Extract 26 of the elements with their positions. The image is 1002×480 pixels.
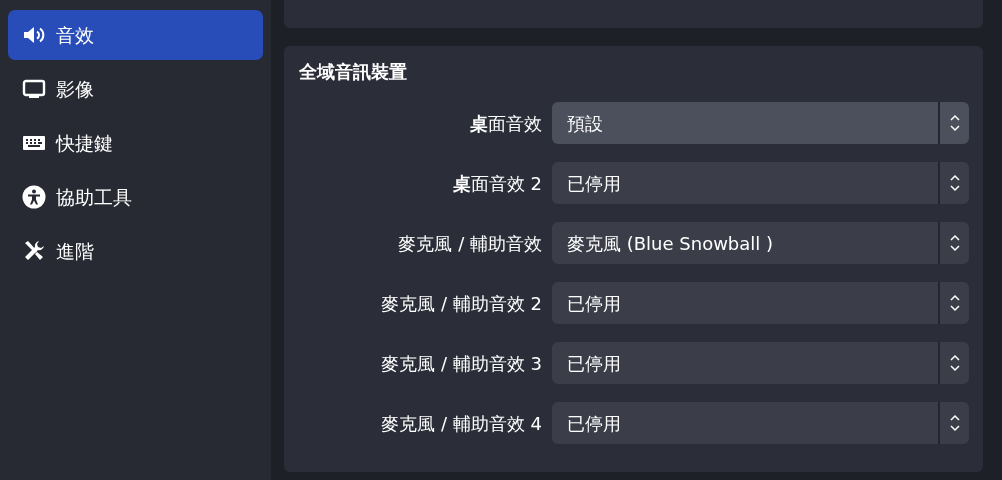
device-dropdown[interactable]: 已停用 <box>552 402 969 444</box>
field-label: 麥克風 / 輔助音效 2 <box>380 291 543 316</box>
spinner-icon <box>948 292 961 314</box>
field-label: 桌面音效 2 <box>451 171 543 196</box>
accessibility-icon <box>22 185 46 209</box>
field-label: 麥克風 / 輔助音效 3 <box>380 351 543 376</box>
device-dropdown[interactable]: 麥克風 (Blue Snowball ) <box>552 222 969 264</box>
device-dropdown[interactable]: 已停用 <box>552 342 969 384</box>
sidebar-item[interactable]: 影像 <box>8 64 263 114</box>
sidebar-item[interactable]: 音效 <box>8 10 263 60</box>
monitor-icon <box>22 77 46 101</box>
spinner-icon <box>948 352 961 374</box>
device-dropdown[interactable]: 已停用 <box>552 162 969 204</box>
sidebar-item[interactable]: 協助工具 <box>8 172 263 222</box>
sidebar-item[interactable]: 進階 <box>8 226 263 276</box>
device-dropdown[interactable]: 預設 <box>552 102 969 144</box>
spinner-icon <box>948 112 961 134</box>
spinner-icon <box>948 172 961 194</box>
field-label: 桌面音效 <box>469 111 543 136</box>
group-title: 全域音訊裝置 <box>299 60 407 84</box>
spinner-icon <box>948 412 961 434</box>
field-label: 麥克風 / 輔助音效 <box>397 231 543 256</box>
device-dropdown[interactable]: 已停用 <box>552 282 969 324</box>
field-label: 麥克風 / 輔助音效 4 <box>380 411 543 436</box>
sidebar-item[interactable]: 快捷鍵 <box>8 118 263 168</box>
spinner-icon <box>948 232 961 254</box>
